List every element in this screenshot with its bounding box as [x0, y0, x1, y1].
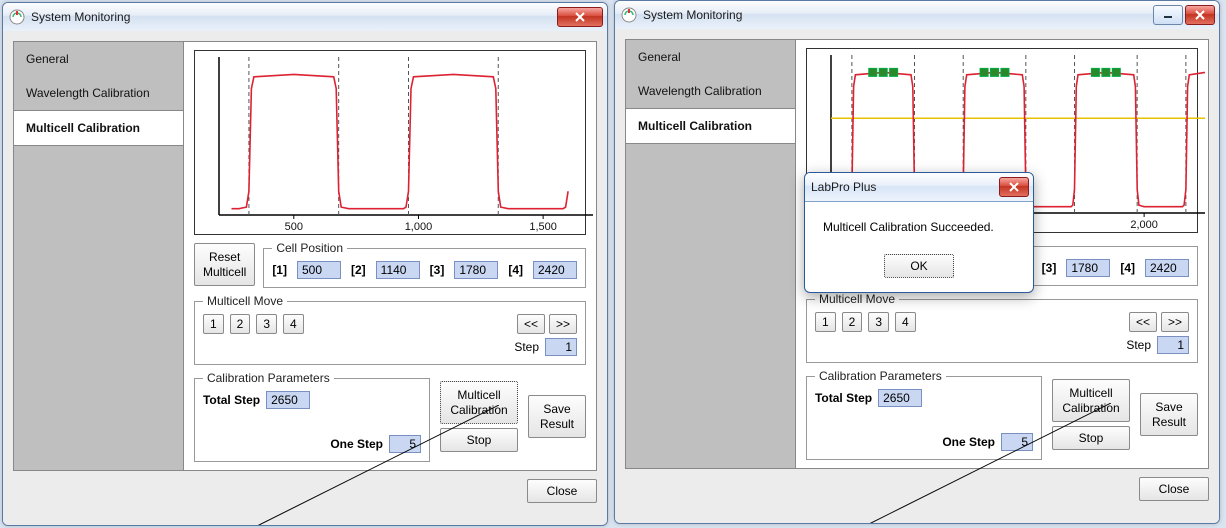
close-button[interactable]: Close	[1139, 477, 1209, 501]
one-step-label: One Step	[942, 435, 995, 449]
total-step-label: Total Step	[815, 391, 872, 405]
move-cell-3-button[interactable]: 3	[868, 312, 889, 332]
titlebar[interactable]: System Monitoring	[3, 3, 607, 32]
cell-position-legend: Cell Position	[272, 241, 347, 255]
cell-position-value[interactable]: 2420	[1145, 259, 1189, 277]
close-button[interactable]: Close	[527, 479, 597, 503]
save-result-button[interactable]: Save Result	[1140, 393, 1198, 436]
move-cell-4-button[interactable]: 4	[895, 312, 916, 332]
calibration-chart: 500 1,000 1,500	[194, 50, 586, 235]
calibration-parameters-legend: Calibration Parameters	[815, 369, 946, 383]
stop-button[interactable]: Stop	[440, 428, 518, 452]
calibration-parameters-legend: Calibration Parameters	[203, 371, 334, 385]
calibration-parameters-group: Calibration Parameters Total Step 2650 One …	[194, 371, 430, 462]
move-cell-1-button[interactable]: 1	[815, 312, 836, 332]
one-step-value[interactable]: 5	[1001, 433, 1033, 451]
step-prev-button[interactable]: <<	[517, 314, 545, 334]
total-step-value[interactable]: 2650	[878, 389, 922, 407]
client-area: GeneralWavelength CalibrationMulticell C…	[3, 31, 607, 525]
step-label: Step	[1126, 338, 1151, 352]
app-icon	[621, 7, 637, 23]
sidebar-item-multicell-calibration[interactable]: Multicell Calibration	[626, 108, 795, 144]
cell-position-value[interactable]: 500	[297, 261, 341, 279]
modal-title: LabPro Plus	[811, 180, 876, 194]
cell-index-label: [3]	[430, 263, 445, 277]
multicell-move-group: Multicell Move1234<<>>Step1	[806, 292, 1198, 363]
move-cell-2-button[interactable]: 2	[230, 314, 251, 334]
modal-dialog: LabPro Plus Multicell Calibration Succeed…	[804, 172, 1034, 293]
window-close-button[interactable]	[557, 7, 603, 27]
cell-position-value[interactable]: 1780	[1066, 259, 1110, 277]
one-step-label: One Step	[330, 437, 383, 451]
cell-index-label: [1]	[272, 263, 287, 277]
total-step-label: Total Step	[203, 393, 260, 407]
multicell-move-group: Multicell Move1234<<>>Step1	[194, 294, 586, 365]
calibration-parameters-group: Calibration Parameters Total Step 2650 One …	[806, 369, 1042, 460]
window-title: System Monitoring	[31, 10, 130, 24]
sidebar: GeneralWavelength CalibrationMulticell C…	[13, 41, 183, 471]
sidebar-item-multicell-calibration[interactable]: Multicell Calibration	[14, 110, 183, 146]
move-cell-2-button[interactable]: 2	[842, 312, 863, 332]
sidebar-item-general[interactable]: General	[14, 42, 183, 76]
sidebar: GeneralWavelength CalibrationMulticell C…	[625, 39, 795, 469]
reset-multicell-button[interactable]: Reset Multicell	[194, 243, 255, 286]
cell-index-label: [4]	[1120, 261, 1135, 275]
cell-index-label: [3]	[1042, 261, 1057, 275]
move-cell-1-button[interactable]: 1	[203, 314, 224, 334]
window-close-button[interactable]	[1185, 5, 1215, 25]
multicell-calibration-button[interactable]: Multicell Calibration	[1052, 379, 1130, 422]
step-next-button[interactable]: >>	[549, 314, 577, 334]
svg-text:1,500: 1,500	[529, 221, 557, 233]
step-label: Step	[514, 340, 539, 354]
stop-button[interactable]: Stop	[1052, 426, 1130, 450]
cell-index-label: [2]	[351, 263, 366, 277]
cell-position-value[interactable]: 1780	[454, 261, 498, 279]
cell-position-value[interactable]: 1140	[376, 261, 420, 279]
step-value[interactable]: 1	[1157, 336, 1189, 354]
minimize-button[interactable]	[1153, 5, 1183, 25]
one-step-value[interactable]: 5	[389, 435, 421, 453]
svg-text:1,000: 1,000	[405, 221, 433, 233]
main-panel: 5001,0001,500Reset MulticellCell Positio…	[183, 41, 597, 471]
step-prev-button[interactable]: <<	[1129, 312, 1157, 332]
app-icon	[9, 9, 25, 25]
cell-position-value[interactable]: 2420	[533, 261, 577, 279]
step-next-button[interactable]: >>	[1161, 312, 1189, 332]
modal-body: Multicell Calibration Succeeded.	[805, 202, 1033, 248]
move-cell-4-button[interactable]: 4	[283, 314, 304, 334]
move-cell-3-button[interactable]: 3	[256, 314, 277, 334]
multicell-move-legend: Multicell Move	[815, 292, 899, 306]
modal-titlebar[interactable]: LabPro Plus	[805, 173, 1033, 202]
multicell-calibration-button[interactable]: Multicell Calibration	[440, 381, 518, 424]
system-monitoring-window: System Monitoring GeneralWavelength Calib…	[2, 2, 608, 526]
modal-ok-button[interactable]: OK	[884, 254, 954, 278]
sidebar-item-general[interactable]: General	[626, 40, 795, 74]
step-value[interactable]: 1	[545, 338, 577, 356]
modal-close-button[interactable]	[999, 177, 1029, 197]
cell-position-group: Cell Position [1] 500 [2] 1140 [3] 1780 [4] 2420	[263, 241, 586, 288]
multicell-move-legend: Multicell Move	[203, 294, 287, 308]
sidebar-item-wavelength-calibration[interactable]: Wavelength Calibration	[14, 76, 183, 110]
total-step-value[interactable]: 2650	[266, 391, 310, 409]
titlebar[interactable]: System Monitoring	[615, 1, 1219, 30]
save-result-button[interactable]: Save Result	[528, 395, 586, 438]
svg-text:500: 500	[285, 221, 303, 233]
cell-index-label: [4]	[508, 263, 523, 277]
sidebar-item-wavelength-calibration[interactable]: Wavelength Calibration	[626, 74, 795, 108]
window-title: System Monitoring	[643, 8, 742, 22]
modal-message: Multicell Calibration Succeeded.	[823, 220, 1015, 234]
svg-text:2,000: 2,000	[1130, 219, 1158, 231]
